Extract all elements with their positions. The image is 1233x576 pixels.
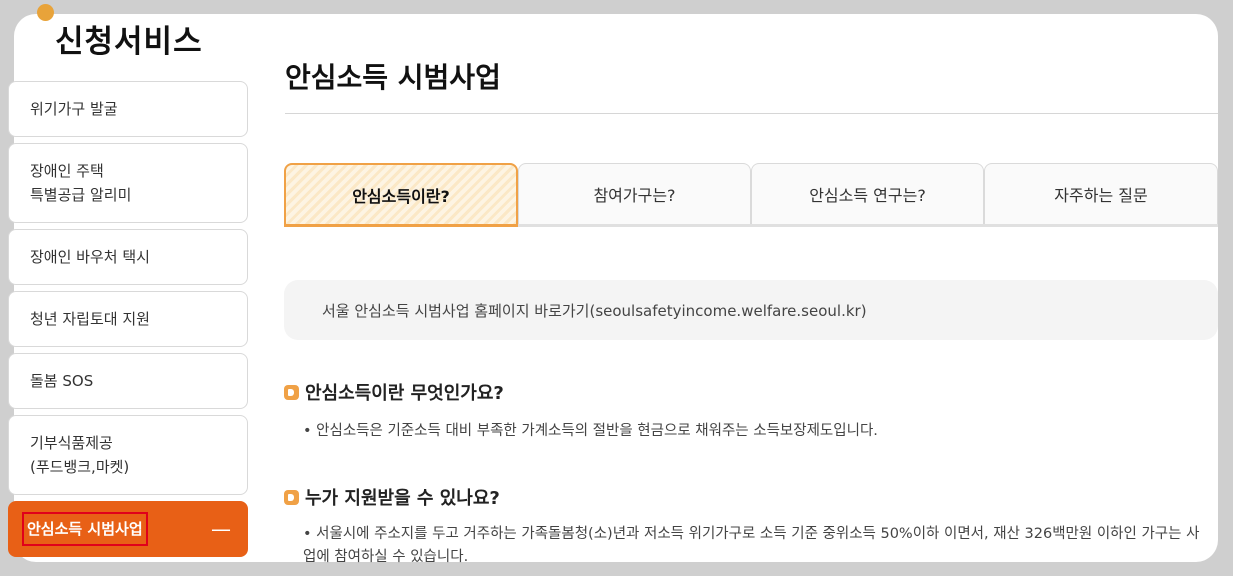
sidebar-item-safe-income[interactable]: 안심소득 시범사업 — — [8, 501, 248, 557]
tab-research[interactable]: 안심소득 연구는? — [751, 163, 984, 225]
sidebar-item-label: 위기가구 발굴 — [30, 100, 118, 118]
tab-label: 자주하는 질문 — [1054, 186, 1148, 205]
section-body: • 서울시에 주소지를 두고 거주하는 가족돌봄청(소)년과 저소득 위기가구로… — [303, 526, 1200, 565]
section-heading-text: 누가 지원받을 수 있나요? — [305, 488, 500, 509]
homepage-link[interactable]: 서울 안심소득 시범사업 홈페이지 바로가기(seoulsafetyincome… — [284, 280, 1218, 340]
decorative-dot — [37, 4, 54, 21]
sidebar-item-label: 기부식품제공 (푸드뱅크,마켓) — [30, 434, 130, 476]
tab-bar: 안심소득이란? 참여가구는? 안심소득 연구는? 자주하는 질문 — [284, 163, 1218, 227]
tab-label: 참여가구는? — [593, 186, 676, 205]
speech-bubble-icon — [284, 489, 299, 505]
sidebar-item-crisis-household[interactable]: 위기가구 발굴 — [8, 81, 248, 137]
sidebar-title: 신청서비스 — [55, 24, 203, 60]
sidebar-item-label: 청년 자립토대 지원 — [30, 310, 150, 328]
sidebar-item-label: 장애인 바우처 택시 — [30, 248, 150, 266]
section-body: • 안심소득은 기준소득 대비 부족한 가계소득의 절반을 현금으로 채워주는 … — [303, 423, 878, 439]
sidebar-item-label: 돌봄 SOS — [30, 372, 94, 390]
sidebar-item-label: 장애인 주택 특별공급 알리미 — [30, 162, 132, 204]
tab-what-is-safe-income[interactable]: 안심소득이란? — [284, 163, 518, 225]
collapse-icon[interactable]: — — [211, 517, 231, 541]
tab-label: 안심소득이란? — [352, 187, 450, 206]
section-heading: 안심소득이란 무엇인가요? — [284, 379, 504, 405]
section-heading: 누가 지원받을 수 있나요? — [284, 484, 500, 510]
sidebar-item-label: 안심소득 시범사업 — [22, 512, 148, 546]
section-heading-text: 안심소득이란 무엇인가요? — [305, 383, 504, 404]
sidebar-item-care-sos[interactable]: 돌봄 SOS — [8, 353, 248, 409]
sidebar-item-food-bank[interactable]: 기부식품제공 (푸드뱅크,마켓) — [8, 415, 248, 495]
tab-label: 안심소득 연구는? — [809, 186, 926, 205]
sidebar-item-voucher-taxi[interactable]: 장애인 바우처 택시 — [8, 229, 248, 285]
page-title: 안심소득 시범사업 — [285, 61, 501, 94]
tab-faq[interactable]: 자주하는 질문 — [984, 163, 1218, 225]
tab-participants[interactable]: 참여가구는? — [518, 163, 751, 225]
sidebar-item-youth-support[interactable]: 청년 자립토대 지원 — [8, 291, 248, 347]
title-divider — [285, 113, 1218, 114]
sidebar-item-disabled-housing[interactable]: 장애인 주택 특별공급 알리미 — [8, 143, 248, 223]
tab-active-underline — [284, 224, 518, 227]
speech-bubble-icon — [284, 384, 299, 400]
